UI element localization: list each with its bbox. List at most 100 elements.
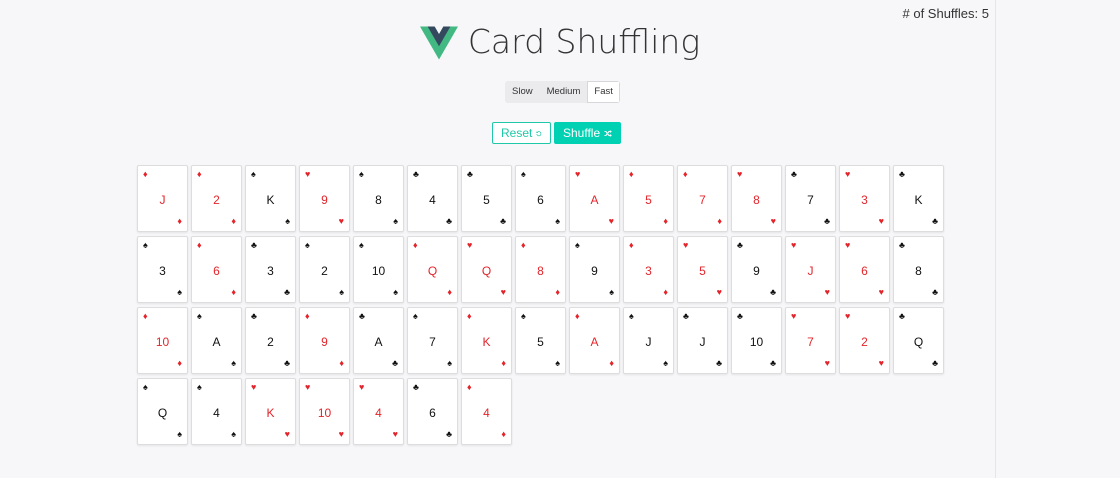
club-suit-icon: ♣ bbox=[251, 311, 257, 321]
diamond-suit-icon: ♦ bbox=[197, 169, 202, 179]
playing-card: ♣ 9 ♣ bbox=[731, 236, 782, 303]
playing-card: ♦ 5 ♦ bbox=[623, 165, 674, 232]
playing-card: ♣ 6 ♣ bbox=[407, 378, 458, 445]
spade-suit-icon: ♠ bbox=[359, 240, 364, 250]
shuffle-button-label: Shuffle bbox=[563, 126, 601, 140]
spade-suit-icon: ♠ bbox=[285, 216, 290, 226]
card-rank: J bbox=[645, 335, 652, 349]
card-rank: 10 bbox=[749, 335, 764, 349]
action-buttons: Reset Shuffle bbox=[492, 122, 621, 144]
playing-card: ♠ 6 ♠ bbox=[515, 165, 566, 232]
diamond-suit-icon: ♦ bbox=[447, 287, 452, 297]
playing-card: ♦ 2 ♦ bbox=[191, 165, 242, 232]
club-suit-icon: ♣ bbox=[284, 358, 290, 368]
spade-suit-icon: ♠ bbox=[197, 311, 202, 321]
playing-card: ♦ 4 ♦ bbox=[461, 378, 512, 445]
playing-card: ♣ 2 ♣ bbox=[245, 307, 296, 374]
card-rank: 6 bbox=[429, 406, 436, 420]
diamond-suit-icon: ♦ bbox=[143, 169, 148, 179]
playing-card: ♠ 5 ♠ bbox=[515, 307, 566, 374]
heart-suit-icon: ♥ bbox=[338, 216, 344, 226]
playing-card: ♠ 3 ♠ bbox=[137, 236, 188, 303]
diamond-suit-icon: ♦ bbox=[575, 311, 580, 321]
club-suit-icon: ♣ bbox=[899, 311, 905, 321]
card-rank: 3 bbox=[645, 264, 652, 278]
diamond-suit-icon: ♦ bbox=[231, 287, 236, 297]
card-grid: ♦ J ♦ ♦ 2 ♦ ♠ K ♠ ♥ 9 ♥ ♠ 8 ♠ ♣ 4 ♣ ♣ 5 ♣ ♠ 6 ♠ ♥ A ♥ ♦ 5 ♦ ♦ 7 ♦ ♥ 8 ♥ ♣ 7 ♣ ♥… bbox=[137, 165, 947, 445]
app-header: Card Shuffling bbox=[0, 22, 1120, 61]
club-suit-icon: ♣ bbox=[932, 358, 938, 368]
speed-option-medium[interactable]: Medium bbox=[539, 81, 588, 103]
spade-suit-icon: ♠ bbox=[609, 287, 614, 297]
spade-suit-icon: ♠ bbox=[393, 216, 398, 226]
diamond-suit-icon: ♦ bbox=[629, 169, 634, 179]
heart-suit-icon: ♥ bbox=[392, 429, 398, 439]
playing-card: ♦ 8 ♦ bbox=[515, 236, 566, 303]
card-rank: 2 bbox=[213, 193, 220, 207]
card-rank: 9 bbox=[591, 264, 598, 278]
card-rank: 3 bbox=[159, 264, 166, 278]
card-rank: 7 bbox=[807, 335, 814, 349]
spade-suit-icon: ♠ bbox=[143, 240, 148, 250]
card-rank: 4 bbox=[483, 406, 490, 420]
playing-card: ♥ 6 ♥ bbox=[839, 236, 890, 303]
diamond-suit-icon: ♦ bbox=[683, 169, 688, 179]
heart-suit-icon: ♥ bbox=[878, 287, 884, 297]
card-rank: 9 bbox=[321, 193, 328, 207]
club-suit-icon: ♣ bbox=[899, 169, 905, 179]
playing-card: ♠ 10 ♠ bbox=[353, 236, 404, 303]
reset-button[interactable]: Reset bbox=[492, 122, 551, 144]
spade-suit-icon: ♠ bbox=[143, 382, 148, 392]
speed-selector: Slow Medium Fast bbox=[505, 81, 620, 103]
diamond-suit-icon: ♦ bbox=[177, 358, 182, 368]
playing-card: ♥ 7 ♥ bbox=[785, 307, 836, 374]
speed-option-slow[interactable]: Slow bbox=[505, 81, 540, 103]
playing-card: ♦ 9 ♦ bbox=[299, 307, 350, 374]
diamond-suit-icon: ♦ bbox=[467, 311, 472, 321]
playing-card: ♥ 3 ♥ bbox=[839, 165, 890, 232]
diamond-suit-icon: ♦ bbox=[521, 240, 526, 250]
card-rank: Q bbox=[427, 264, 438, 278]
club-suit-icon: ♣ bbox=[359, 311, 365, 321]
playing-card: ♠ A ♠ bbox=[191, 307, 242, 374]
card-rank: 8 bbox=[915, 264, 922, 278]
diamond-suit-icon: ♦ bbox=[663, 287, 668, 297]
club-suit-icon: ♣ bbox=[791, 169, 797, 179]
card-rank: 9 bbox=[321, 335, 328, 349]
playing-card: ♠ 4 ♠ bbox=[191, 378, 242, 445]
card-rank: Q bbox=[481, 264, 492, 278]
playing-card: ♠ J ♠ bbox=[623, 307, 674, 374]
playing-card: ♦ 10 ♦ bbox=[137, 307, 188, 374]
playing-card: ♣ J ♣ bbox=[677, 307, 728, 374]
playing-card: ♥ J ♥ bbox=[785, 236, 836, 303]
playing-card: ♦ J ♦ bbox=[137, 165, 188, 232]
heart-suit-icon: ♥ bbox=[845, 311, 851, 321]
spade-suit-icon: ♠ bbox=[177, 287, 182, 297]
speed-option-fast[interactable]: Fast bbox=[587, 81, 620, 103]
card-rank: 4 bbox=[375, 406, 382, 420]
heart-suit-icon: ♥ bbox=[359, 382, 365, 392]
diamond-suit-icon: ♦ bbox=[413, 240, 418, 250]
card-rank: 7 bbox=[699, 193, 706, 207]
card-rank: J bbox=[699, 335, 706, 349]
club-suit-icon: ♣ bbox=[824, 216, 830, 226]
playing-card: ♠ 8 ♠ bbox=[353, 165, 404, 232]
playing-card: ♥ 10 ♥ bbox=[299, 378, 350, 445]
playing-card: ♥ K ♥ bbox=[245, 378, 296, 445]
club-suit-icon: ♣ bbox=[413, 169, 419, 179]
heart-suit-icon: ♥ bbox=[575, 169, 581, 179]
heart-suit-icon: ♥ bbox=[338, 429, 344, 439]
card-rank: A bbox=[590, 193, 599, 207]
diamond-suit-icon: ♦ bbox=[143, 311, 148, 321]
card-rank: 6 bbox=[537, 193, 544, 207]
heart-suit-icon: ♥ bbox=[824, 358, 830, 368]
spade-suit-icon: ♠ bbox=[359, 169, 364, 179]
playing-card: ♦ 7 ♦ bbox=[677, 165, 728, 232]
spade-suit-icon: ♠ bbox=[413, 311, 418, 321]
diamond-suit-icon: ♦ bbox=[177, 216, 182, 226]
playing-card: ♦ K ♦ bbox=[461, 307, 512, 374]
playing-card: ♦ 6 ♦ bbox=[191, 236, 242, 303]
playing-card: ♣ 4 ♣ bbox=[407, 165, 458, 232]
shuffle-button[interactable]: Shuffle bbox=[554, 122, 621, 144]
spade-suit-icon: ♠ bbox=[521, 311, 526, 321]
